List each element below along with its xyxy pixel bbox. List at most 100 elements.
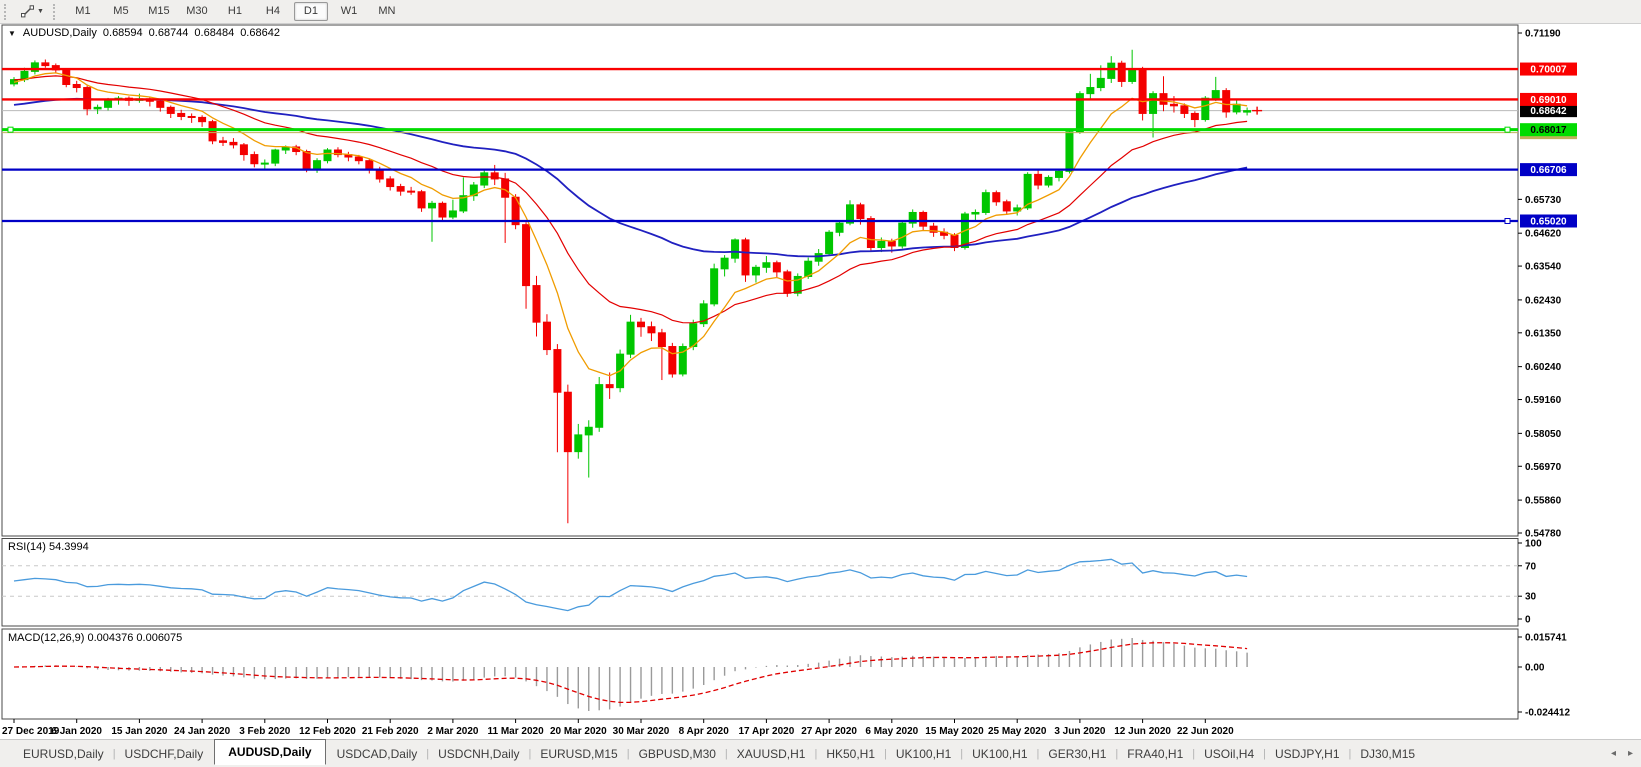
svg-text:100: 100 [1525, 539, 1542, 550]
ohlc-open: 0.68594 [103, 27, 143, 39]
chart-tab-usdcnh-daily[interactable]: USDCNH,Daily [427, 743, 530, 765]
chart-window: 0.711900.657300.646200.635400.624300.613… [0, 24, 1641, 739]
macd-panel: 0.015741 0.00 -0.024412 [14, 633, 1570, 719]
price-badge-0.66706: 0.66706 [1520, 163, 1577, 176]
rsi-panel: 10070300 [2, 539, 1542, 626]
timeframe-button-m30[interactable]: M30 [180, 2, 214, 21]
chart-tab-fra40-h1[interactable]: FRA40,H1 [1116, 743, 1194, 765]
hline-handle [1505, 127, 1510, 132]
chart-tabs: EURUSD,Daily|USDCHF,DailyAUDUSD,DailyUSD… [12, 742, 1426, 765]
timeframe-button-group: M1M5M15M30H1H4D1W1MN [64, 2, 406, 21]
svg-text:0.68642: 0.68642 [1530, 106, 1567, 117]
svg-text:0.59160: 0.59160 [1525, 395, 1562, 406]
svg-text:27 Apr 2020: 27 Apr 2020 [801, 726, 857, 737]
svg-text:12 Feb 2020: 12 Feb 2020 [299, 726, 356, 737]
chart-tab-gbpusd-m30[interactable]: GBPUSD,M30 [628, 743, 727, 765]
svg-text:0.015741: 0.015741 [1525, 633, 1567, 644]
svg-text:0.66706: 0.66706 [1530, 165, 1567, 176]
chart-tab-usdchf-daily[interactable]: USDCHF,Daily [114, 743, 215, 765]
svg-text:15 May 2020: 15 May 2020 [925, 726, 984, 737]
toolbar-grip[interactable] [53, 4, 59, 20]
svg-text:0.65730: 0.65730 [1525, 195, 1562, 206]
svg-text:6 May 2020: 6 May 2020 [865, 726, 918, 737]
chart-tab-uk100-h1[interactable]: UK100,H1 [885, 743, 962, 765]
price-badge-0.70007: 0.70007 [1520, 63, 1577, 76]
ohlc-low: 0.68484 [194, 27, 234, 39]
price-badge-0.65020: 0.65020 [1520, 214, 1577, 227]
top-toolbar: ▼ M1M5M15M30H1H4D1W1MN [0, 0, 1641, 24]
symbol-label: AUDUSD,Daily [23, 27, 97, 39]
chart-tab-usdcad-daily[interactable]: USDCAD,Daily [326, 743, 429, 765]
svg-text:-0.024412: -0.024412 [1525, 708, 1570, 719]
timeframe-button-m1[interactable]: M1 [66, 2, 100, 21]
svg-text:0.70007: 0.70007 [1530, 65, 1567, 76]
ohlc-close: 0.68642 [240, 27, 280, 39]
chevron-down-icon: ▼ [37, 8, 44, 15]
svg-text:0.00: 0.00 [1525, 663, 1545, 674]
svg-text:12 Jun 2020: 12 Jun 2020 [1114, 726, 1171, 737]
svg-text:25 May 2020: 25 May 2020 [988, 726, 1047, 737]
tab-scroll-right-icon[interactable]: ▸ [1628, 748, 1633, 759]
svg-text:0.61350: 0.61350 [1525, 328, 1562, 339]
hline-handle [1505, 218, 1510, 223]
svg-text:0.58050: 0.58050 [1525, 429, 1562, 440]
svg-text:0.55860: 0.55860 [1525, 496, 1562, 507]
svg-text:0.68017: 0.68017 [1530, 125, 1567, 136]
timeframe-button-h1[interactable]: H1 [218, 2, 252, 21]
svg-text:30 Mar 2020: 30 Mar 2020 [613, 726, 670, 737]
svg-text:0.63540: 0.63540 [1525, 262, 1562, 273]
timeframe-button-m5[interactable]: M5 [104, 2, 138, 21]
chart-tab-uk100-h1[interactable]: UK100,H1 [961, 743, 1038, 765]
svg-text:0.62430: 0.62430 [1525, 295, 1562, 306]
timeframe-button-w1[interactable]: W1 [332, 2, 366, 21]
svg-text:24 Jan 2020: 24 Jan 2020 [174, 726, 231, 737]
svg-text:3 Feb 2020: 3 Feb 2020 [239, 726, 291, 737]
hline-handle [8, 127, 13, 132]
svg-text:20 Mar 2020: 20 Mar 2020 [550, 726, 607, 737]
chart-tab-hk50-h1[interactable]: HK50,H1 [815, 743, 886, 765]
main-chart[interactable]: 0.711900.657300.646200.635400.624300.613… [0, 24, 1641, 739]
price-badge-0.68017: 0.68017 [1520, 123, 1577, 136]
rsi-line [14, 559, 1247, 610]
svg-text:0.60240: 0.60240 [1525, 362, 1562, 373]
trendline-tool-button[interactable]: ▼ [15, 1, 49, 22]
timeframe-button-d1[interactable]: D1 [294, 2, 328, 21]
chart-title: ▼ AUDUSD,Daily 0.68594 0.68744 0.68484 0… [8, 27, 280, 39]
tab-scroll-left-icon[interactable]: ◂ [1611, 748, 1616, 759]
tab-scroll-arrows: ◂ ▸ [1611, 740, 1633, 767]
svg-text:2 Mar 2020: 2 Mar 2020 [427, 726, 479, 737]
svg-text:30: 30 [1525, 592, 1537, 603]
horizontal-line-objects[interactable] [2, 69, 1518, 223]
chart-menu-caret-icon[interactable]: ▼ [8, 29, 16, 38]
timeframe-button-m15[interactable]: M15 [142, 2, 176, 21]
current-price-badge: 0.68642 [1520, 104, 1577, 117]
chart-tab-dj30-m15[interactable]: DJ30,M15 [1349, 743, 1426, 765]
timeframe-button-mn[interactable]: MN [370, 2, 404, 21]
candlesticks [11, 50, 1251, 523]
svg-text:17 Apr 2020: 17 Apr 2020 [739, 726, 795, 737]
svg-text:3 Jun 2020: 3 Jun 2020 [1054, 726, 1106, 737]
svg-text:0.69010: 0.69010 [1530, 95, 1567, 106]
svg-text:21 Feb 2020: 21 Feb 2020 [362, 726, 419, 737]
chart-tab-usoil-h4[interactable]: USOil,H4 [1193, 743, 1265, 765]
svg-text:0.56970: 0.56970 [1525, 462, 1562, 473]
chart-tab-eurusd-daily[interactable]: EURUSD,Daily [12, 743, 115, 765]
svg-text:0: 0 [1525, 615, 1531, 626]
svg-text:11 Mar 2020: 11 Mar 2020 [488, 726, 545, 737]
trendline-tool-icon [20, 4, 35, 19]
date-axis: 27 Dec 20196 Jan 202015 Jan 202024 Jan 2… [2, 719, 1234, 737]
chart-tab-ger30-h1[interactable]: GER30,H1 [1037, 743, 1117, 765]
ema-21-line [14, 76, 1247, 323]
toolbar-grip[interactable] [4, 4, 10, 20]
timeframe-button-h4[interactable]: H4 [256, 2, 290, 21]
chart-tab-usdjpy-h1[interactable]: USDJPY,H1 [1264, 743, 1350, 765]
svg-text:8 Apr 2020: 8 Apr 2020 [679, 726, 730, 737]
macd-indicator-label: MACD(12,26,9) 0.004376 0.006075 [8, 632, 182, 644]
rsi-indicator-label: RSI(14) 54.3994 [8, 541, 89, 553]
svg-text:0.64620: 0.64620 [1525, 229, 1562, 240]
chart-tab-audusd-daily[interactable]: AUDUSD,Daily [214, 739, 325, 765]
price-badge-0.69010: 0.69010 [1520, 93, 1577, 106]
chart-tab-eurusd-m15[interactable]: EURUSD,M15 [529, 743, 628, 765]
chart-tab-xauusd-h1[interactable]: XAUUSD,H1 [726, 743, 817, 765]
svg-text:6 Jan 2020: 6 Jan 2020 [51, 726, 102, 737]
